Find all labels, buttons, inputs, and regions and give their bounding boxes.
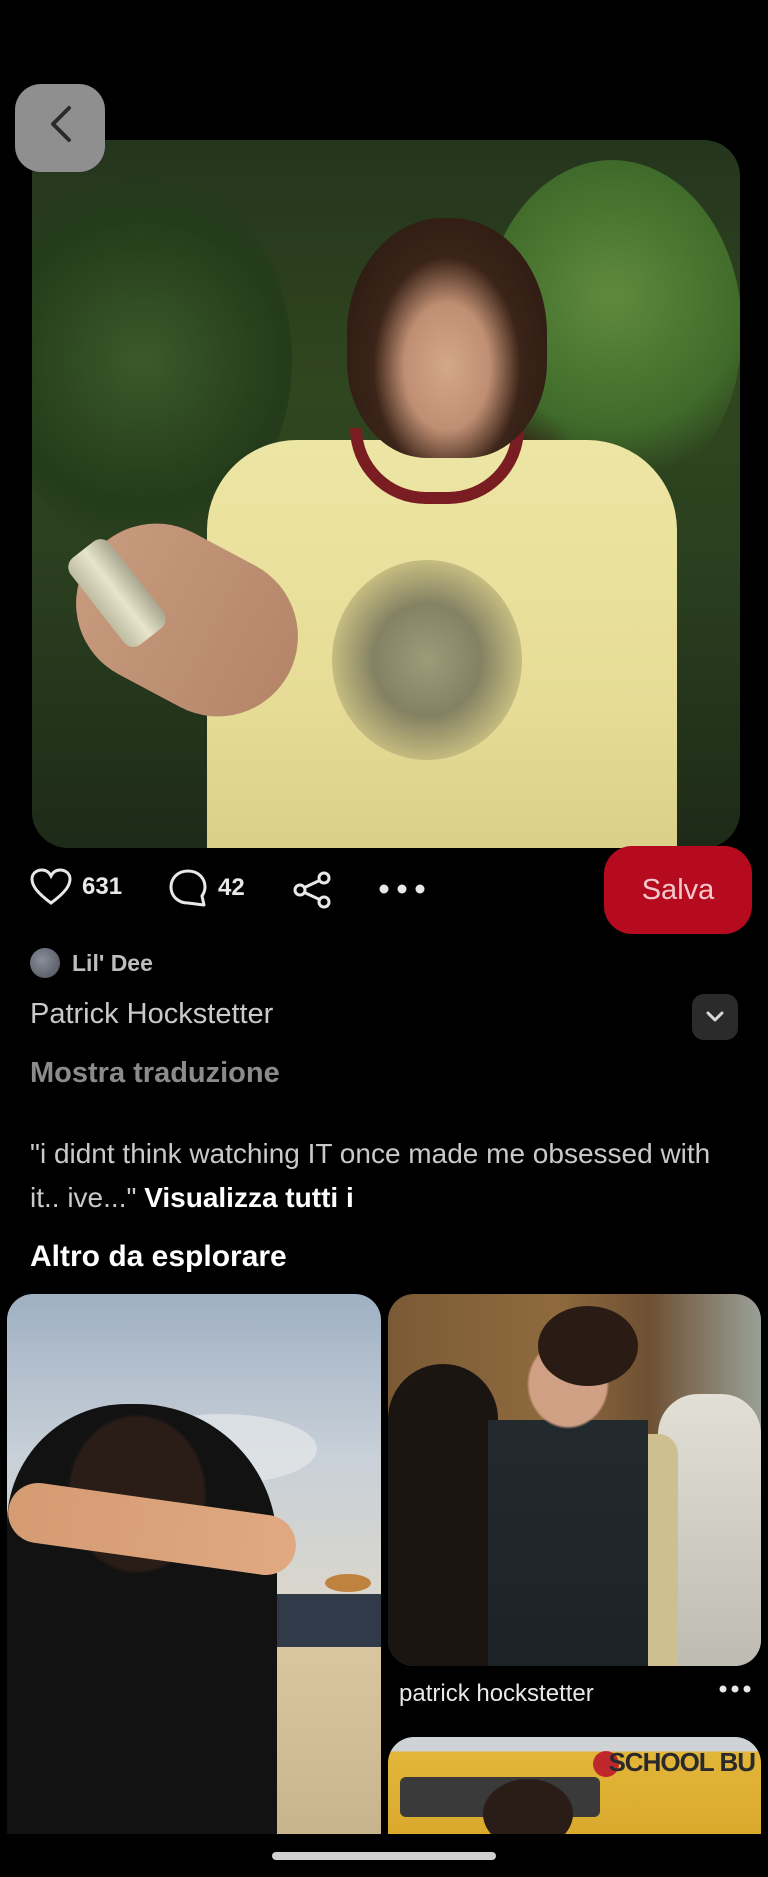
pin2-figure-left (388, 1364, 498, 1666)
description-text: "i didnt think watching IT once made me … (30, 1138, 711, 1213)
pin-image[interactable] (32, 140, 740, 848)
share-button[interactable] (292, 870, 332, 915)
pin3-bus-sign: SCHOOL BU (608, 1747, 756, 1777)
heart-icon (30, 868, 72, 905)
like-button[interactable]: 631 (30, 868, 122, 906)
explore-pin-2[interactable] (388, 1294, 761, 1666)
author-link[interactable]: Lil' Dee (30, 948, 153, 978)
explore-pin-3[interactable]: SCHOOL BU (388, 1737, 761, 1834)
show-translation-link[interactable]: Mostra traduzione (30, 1057, 280, 1090)
back-arrow-icon (51, 106, 71, 142)
pin1-cat (325, 1574, 371, 1592)
pin1-person (7, 1404, 277, 1834)
more-icon (719, 1685, 751, 1693)
more-icon (379, 884, 425, 894)
chevron-down-icon (706, 1011, 724, 1022)
more-options-button[interactable] (378, 882, 426, 901)
back-button[interactable] (15, 84, 105, 172)
image-head (347, 218, 547, 458)
explore-pin-2-more-button[interactable] (718, 1681, 752, 1699)
comment-icon (169, 869, 207, 907)
comment-button[interactable]: 42 (168, 868, 245, 908)
pin-description: "i didnt think watching IT once made me … (30, 1132, 730, 1220)
share-icon (293, 871, 331, 909)
avatar (30, 948, 60, 978)
like-count: 631 (82, 873, 123, 900)
comment-count: 42 (218, 874, 245, 901)
author-name: Lil' Dee (72, 949, 153, 976)
expand-details-button[interactable] (692, 994, 738, 1040)
see-all-comments-link[interactable]: Visualizza tutti i (144, 1182, 354, 1213)
save-button[interactable]: Salva (604, 846, 752, 934)
pin-title: Patrick Hockstetter (30, 998, 274, 1030)
explore-pin-1[interactable] (7, 1294, 381, 1834)
explore-pin-2-title[interactable]: patrick hockstetter (399, 1680, 594, 1708)
home-indicator[interactable] (272, 1852, 496, 1860)
image-shirt-print (332, 560, 522, 760)
explore-heading: Altro da esplorare (30, 1240, 287, 1273)
pin2-hair (538, 1306, 638, 1386)
